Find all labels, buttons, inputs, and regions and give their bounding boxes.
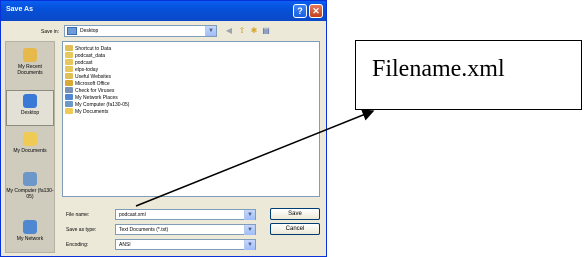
- callout-arrow: [135, 109, 375, 207]
